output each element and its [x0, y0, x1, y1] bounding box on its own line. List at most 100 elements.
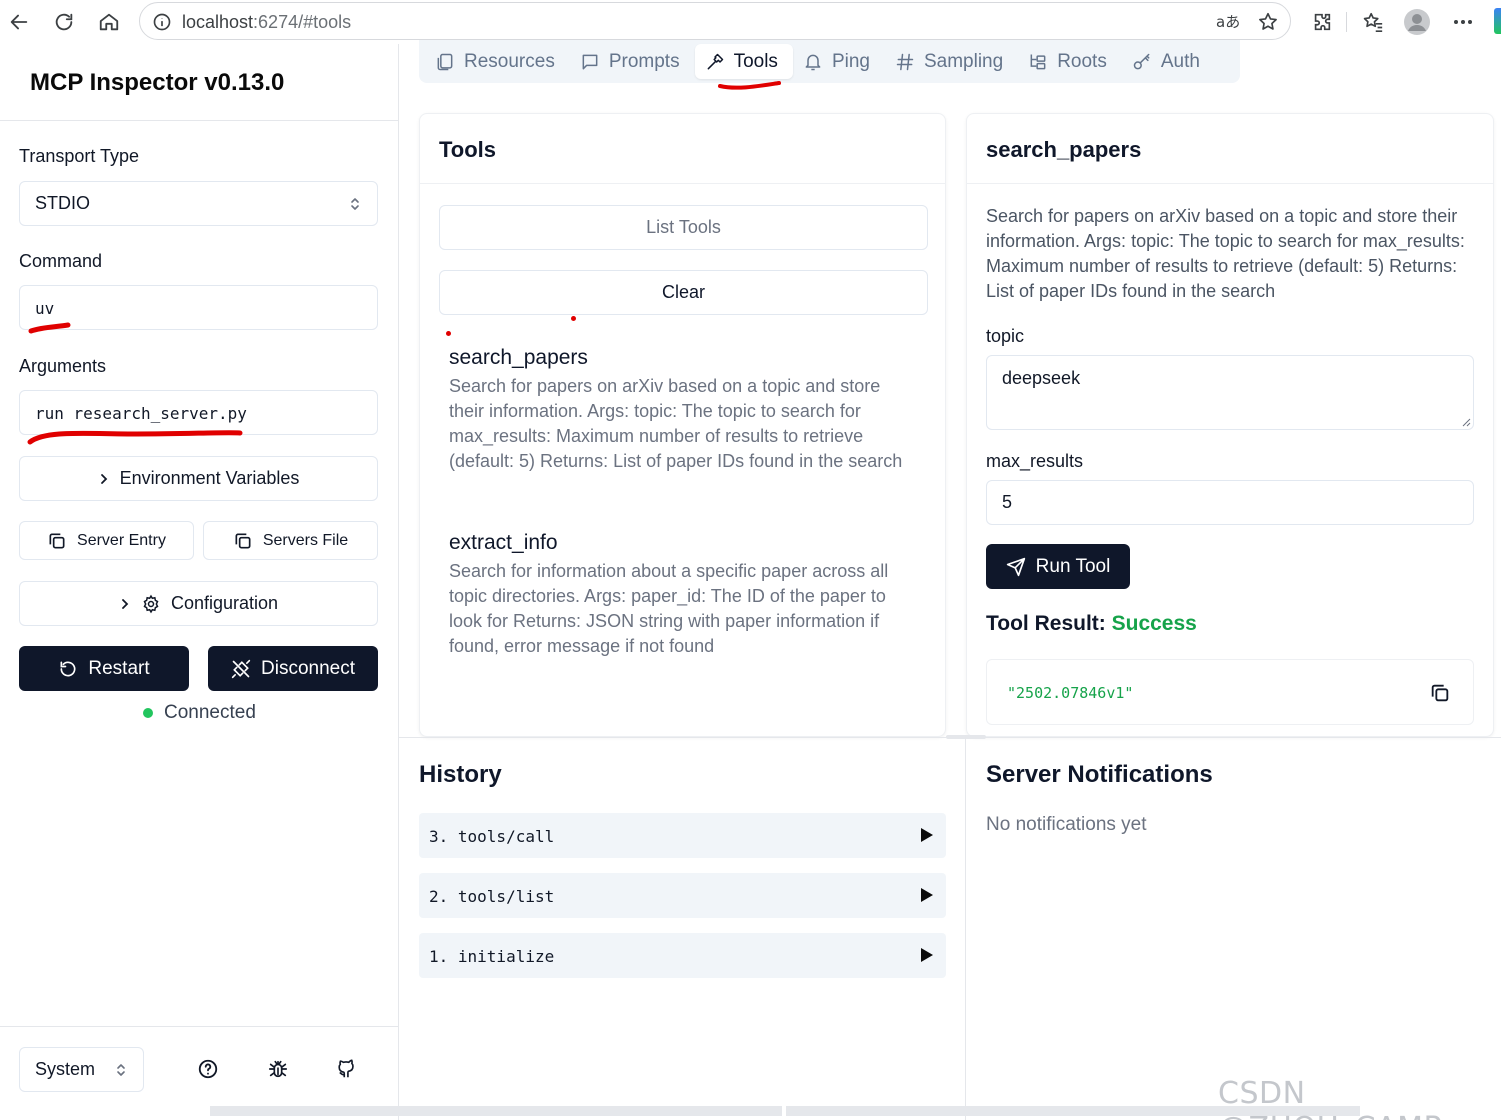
resize-handle-icon[interactable] [1461, 417, 1471, 427]
command-value: uv [35, 299, 55, 318]
list-tools-button[interactable]: List Tools [439, 205, 928, 250]
disconnect-button[interactable]: Disconnect [208, 646, 378, 691]
more-menu-icon[interactable] [1447, 6, 1479, 38]
profile-avatar-icon[interactable] [1401, 6, 1433, 38]
disconnect-label: Disconnect [261, 657, 355, 679]
panel-divider [965, 737, 966, 1120]
tab-sampling[interactable]: Sampling [885, 44, 1018, 79]
tab-prompts[interactable]: Prompts [570, 44, 695, 79]
history-title: History [419, 761, 502, 788]
reload-icon[interactable] [48, 6, 80, 38]
tool-item-extract-info[interactable]: extract_info Search for information abou… [449, 531, 919, 659]
bell-icon [805, 54, 821, 70]
list-tools-label: List Tools [646, 217, 721, 237]
clear-button[interactable]: Clear [439, 270, 928, 315]
copy-icon [49, 533, 65, 548]
connection-status: Connected [143, 702, 256, 724]
transport-select[interactable]: STDIO [19, 181, 378, 226]
tool-result-heading: Tool Result: Success [986, 612, 1197, 636]
copy-result-icon[interactable] [1429, 682, 1451, 704]
tab-tools-label: Tools [733, 50, 778, 72]
tab-ping-label: Ping [831, 50, 870, 72]
watermark: CSDN @ZHOU_CAMP [1218, 1076, 1442, 1120]
back-icon[interactable] [3, 6, 35, 38]
tab-roots-label: Roots [1057, 50, 1107, 72]
tool-description: Search for papers on arXiv based on a to… [449, 376, 903, 471]
expand-triangle-icon [921, 888, 933, 902]
send-icon [1006, 557, 1025, 576]
notifications-empty: No notifications yet [986, 814, 1147, 835]
github-icon[interactable] [335, 1057, 359, 1081]
tools-panel-header: Tools [420, 114, 945, 184]
bug-icon[interactable] [266, 1057, 290, 1081]
toolbar-divider [1346, 12, 1347, 32]
tool-detail-description: Search for papers on arXiv based on a to… [986, 206, 1465, 301]
resize-handle[interactable] [946, 735, 986, 739]
tool-name: extract_info [449, 531, 558, 554]
chevron-right-icon [100, 473, 107, 484]
horizontal-scrollbar[interactable] [210, 1106, 782, 1116]
tab-prompts-label: Prompts [608, 50, 680, 72]
tab-bar: Resources Prompts Tools Ping Sampling Ro… [419, 40, 1240, 90]
tools-panel: Tools List Tools Clear search_papers Sea… [419, 113, 946, 737]
max-results-label: max_results [986, 451, 1084, 471]
gear-icon [143, 594, 159, 613]
extensions-icon[interactable] [1306, 6, 1338, 38]
rotate-ccw-icon [60, 661, 76, 676]
site-info-icon[interactable] [152, 12, 172, 32]
env-vars-toggle[interactable]: Environment Variables [19, 456, 378, 501]
tab-sampling-label: Sampling [923, 50, 1004, 72]
annotation-dot [446, 331, 451, 336]
configuration-label: Configuration [170, 593, 279, 613]
tool-detail-panel: search_papers Search for papers on arXiv… [966, 113, 1494, 737]
home-icon[interactable] [93, 6, 125, 38]
arguments-value: run research_server.py [35, 404, 247, 423]
run-tool-button[interactable]: Run Tool [986, 544, 1130, 589]
transport-label: Transport Type [19, 146, 140, 166]
notifications-title: Server Notifications [986, 761, 1213, 788]
favorite-star-icon[interactable] [1256, 11, 1280, 33]
command-label: Command [19, 251, 103, 271]
history-item-text: 3. tools/call [429, 827, 555, 846]
folder-tree-icon [1030, 54, 1046, 69]
history-item[interactable]: 3. tools/call [419, 813, 946, 858]
annotation-underline [27, 430, 243, 445]
history-item[interactable]: 2. tools/list [419, 873, 946, 918]
tab-tools[interactable]: Tools [694, 44, 793, 90]
history-item-text: 2. tools/list [429, 887, 555, 906]
hash-icon [896, 53, 914, 70]
address-bar[interactable]: localhost:6274/#tools aあ [139, 2, 1291, 40]
tool-item-search-papers[interactable]: search_papers Search for papers on arXiv… [449, 346, 919, 474]
copilot-icon[interactable] [1494, 8, 1501, 34]
tab-ping[interactable]: Ping [793, 44, 885, 79]
theme-select[interactable]: System [19, 1047, 144, 1092]
restart-label: Restart [88, 657, 150, 679]
max-results-input[interactable]: 5 [986, 480, 1474, 525]
servers-file-label: Servers File [262, 531, 349, 549]
topic-textarea[interactable]: deepseek [986, 355, 1474, 430]
tab-auth[interactable]: Auth [1122, 44, 1215, 79]
command-input[interactable]: uv [19, 285, 378, 330]
tool-result-box: "2502.07846v1" [986, 659, 1474, 725]
server-entry-button[interactable]: Server Entry [19, 521, 194, 560]
tab-resources-label: Resources [464, 50, 555, 72]
tool-result-status: Success [1111, 612, 1197, 635]
configuration-toggle[interactable]: Configuration [19, 581, 378, 626]
favorites-icon[interactable] [1357, 6, 1389, 38]
tab-resources[interactable]: Resources [425, 44, 570, 79]
restart-button[interactable]: Restart [19, 646, 189, 691]
topic-label: topic [986, 326, 1025, 346]
help-icon[interactable] [196, 1057, 220, 1081]
copy-icon [235, 533, 251, 548]
translate-icon[interactable]: aあ [1216, 11, 1240, 33]
status-text: Connected [164, 702, 256, 723]
status-dot [143, 708, 153, 718]
tool-result-label: Tool Result: [986, 612, 1106, 635]
tab-roots[interactable]: Roots [1018, 44, 1122, 79]
tool-name: search_papers [449, 346, 588, 369]
key-icon [1133, 53, 1150, 69]
tool-result-value: "2502.07846v1" [1007, 684, 1134, 702]
history-item[interactable]: 1. initialize [419, 933, 946, 978]
file-icon [437, 53, 453, 70]
servers-file-button[interactable]: Servers File [203, 521, 378, 560]
